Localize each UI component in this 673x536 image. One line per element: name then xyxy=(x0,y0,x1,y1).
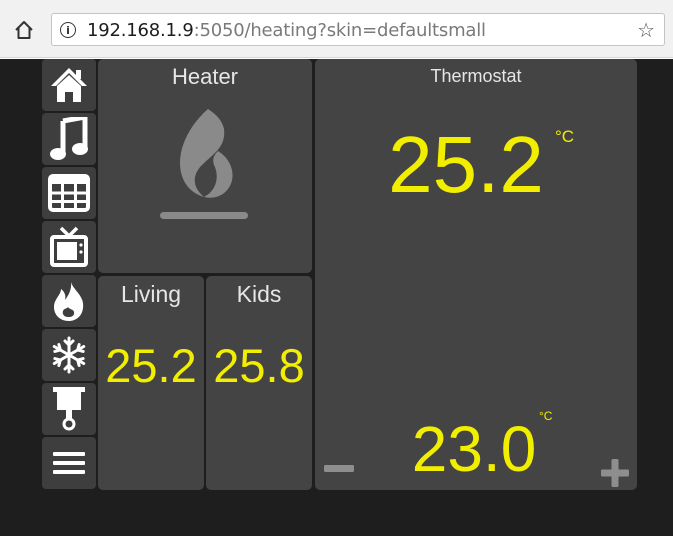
plus-icon xyxy=(601,459,629,487)
sidebar-item-menu[interactable] xyxy=(42,437,96,489)
url-text: 192.168.1.9:5050/heating?skin=defaultsma… xyxy=(87,20,486,41)
snowflake-icon xyxy=(52,336,86,374)
sidebar-item-lamp[interactable] xyxy=(42,383,96,435)
hamburger-menu-icon xyxy=(53,452,85,474)
flame-icon xyxy=(160,109,248,219)
setpoint-temperature-unit: °C xyxy=(539,409,553,423)
sidebar-item-music[interactable] xyxy=(42,113,96,165)
sidebar-item-grid[interactable] xyxy=(42,167,96,219)
increase-setpoint-button[interactable] xyxy=(598,456,632,490)
grid-icon xyxy=(48,174,90,212)
living-tile[interactable]: Living 25.2 xyxy=(98,276,204,490)
browser-toolbar: i 192.168.1.9:5050/heating?skin=defaults… xyxy=(0,0,673,58)
sidebar-item-home[interactable] xyxy=(42,59,96,111)
kids-title: Kids xyxy=(236,281,282,307)
star-icon[interactable]: ☆ xyxy=(637,18,655,42)
flame-icon xyxy=(54,282,84,321)
living-title: Living xyxy=(120,281,182,307)
kids-tile[interactable]: Kids 25.8 xyxy=(206,276,312,490)
home-icon xyxy=(51,68,87,102)
kids-temperature: 25.8 xyxy=(213,339,305,392)
ceiling-lamp-icon xyxy=(53,387,85,431)
heater-title: Heater xyxy=(171,64,239,89)
info-icon[interactable]: i xyxy=(60,22,76,38)
current-temperature: 25.2 xyxy=(388,120,544,209)
address-bar[interactable]: i 192.168.1.9:5050/heating?skin=defaults… xyxy=(51,13,665,46)
setpoint-temperature: 23.0 xyxy=(411,413,537,485)
sidebar-item-cooling[interactable] xyxy=(42,329,96,381)
thermostat-title: Thermostat xyxy=(430,66,522,86)
sidebar-item-tv[interactable] xyxy=(42,221,96,273)
current-temperature-unit: °C xyxy=(555,127,575,146)
heater-tile[interactable]: Heater xyxy=(98,59,312,273)
thermostat-tile: Thermostat 25.2 °C 23.0 °C xyxy=(315,59,637,490)
home-icon[interactable] xyxy=(12,18,36,42)
music-note-icon xyxy=(50,117,88,160)
dashboard: Heater Living 25.2 Kids 25.8 Thermostat … xyxy=(0,59,673,536)
url-path: :5050/heating?skin=defaultsmall xyxy=(193,20,486,41)
sidebar-item-heating[interactable] xyxy=(42,275,96,327)
tv-icon xyxy=(50,226,88,267)
url-host: 192.168.1.9 xyxy=(87,20,194,41)
living-temperature: 25.2 xyxy=(105,339,197,392)
